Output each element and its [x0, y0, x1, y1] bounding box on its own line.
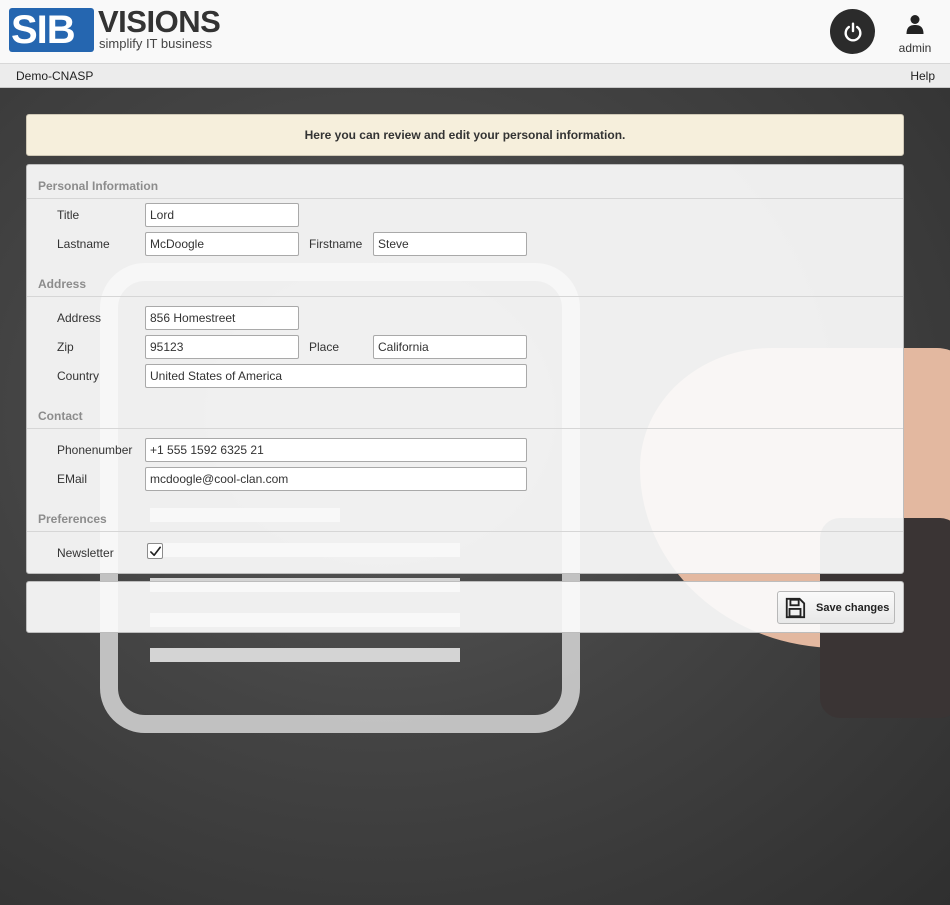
help-menu[interactable]: Help [910, 69, 935, 83]
phone-label: Phonenumber [57, 443, 133, 457]
country-field[interactable]: United States of America [145, 364, 527, 388]
user-icon [906, 15, 924, 34]
section-divider [27, 531, 903, 532]
address-label: Address [57, 311, 102, 325]
section-divider [27, 296, 903, 297]
logo-word: VISIONS [98, 4, 221, 39]
section-divider [27, 198, 903, 199]
firstname-field[interactable]: Steve [373, 232, 527, 256]
app-name-menu[interactable]: Demo-CNASP [16, 69, 93, 83]
save-changes-button[interactable]: Save changes [777, 591, 895, 624]
zip-label: Zip [57, 340, 74, 354]
save-changes-label: Save changes [816, 601, 890, 614]
newsletter-checkbox[interactable] [147, 543, 163, 559]
country-label: Country [57, 369, 100, 383]
section-title-personal: Personal Information [38, 179, 159, 193]
user-menu[interactable]: admin [893, 12, 937, 55]
title-label: Title [57, 208, 80, 222]
place-field[interactable]: California [373, 335, 527, 359]
section-title-contact: Contact [38, 409, 83, 423]
logo-mark: SIB [9, 8, 94, 52]
email-field[interactable]: mcdoogle@cool-clan.com [145, 467, 527, 491]
zip-field[interactable]: 95123 [145, 335, 299, 359]
section-title-preferences: Preferences [38, 512, 107, 526]
lastname-field[interactable]: McDoogle [145, 232, 299, 256]
info-message: Here you can review and edit your person… [26, 114, 904, 156]
user-name: admin [898, 41, 932, 55]
lastname-label: Lastname [57, 237, 110, 251]
email-label: EMail [57, 472, 88, 486]
section-divider [27, 428, 903, 429]
place-label: Place [309, 340, 340, 354]
newsletter-label: Newsletter [57, 546, 114, 560]
floppy-disk-icon [785, 597, 806, 618]
firstname-label: Firstname [309, 237, 363, 251]
action-panel: Save changes [26, 581, 904, 633]
logo-tagline: simplify IT business [99, 36, 213, 51]
logout-button[interactable] [830, 9, 875, 54]
personal-form-panel: Personal Information Title Lord Lastname… [26, 164, 904, 574]
background-line [150, 648, 460, 662]
menubar: Demo-CNASP Help [0, 64, 950, 88]
app-header: SIB VISIONS simplify IT business admin [0, 0, 950, 64]
sibvisions-logo: SIB VISIONS simplify IT business [9, 4, 221, 52]
title-field[interactable]: Lord [145, 203, 299, 227]
address-field[interactable]: 856 Homestreet [145, 306, 299, 330]
checkmark-icon [149, 545, 161, 556]
power-icon [843, 22, 862, 41]
section-title-address: Address [38, 277, 87, 291]
phone-field[interactable]: +1 555 1592 6325 21 [145, 438, 527, 462]
